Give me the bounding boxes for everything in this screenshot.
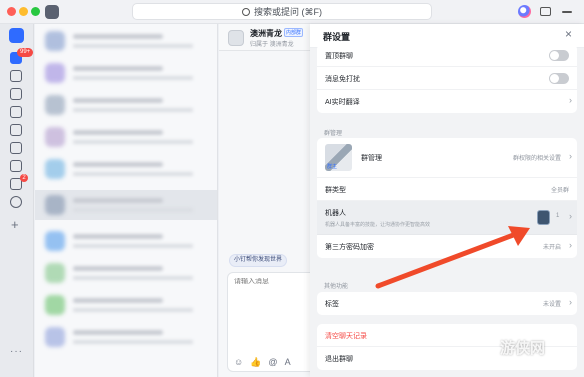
conversation-item[interactable] bbox=[35, 90, 217, 120]
conversation-item[interactable] bbox=[35, 26, 217, 56]
conversation-avatar bbox=[45, 95, 65, 115]
group-type-row[interactable]: 群类型 全员群 bbox=[317, 178, 577, 201]
chat-header: 澳洲青龙 内部群 归属于 澳洲青龙 bbox=[219, 24, 315, 51]
ai-translate-row[interactable]: AI实时翻译 › bbox=[317, 90, 577, 113]
messages-badge: 99+ bbox=[17, 48, 34, 57]
thumbs-up-icon[interactable]: 👍 bbox=[250, 357, 261, 368]
conversation-item-selected[interactable] bbox=[35, 190, 217, 220]
conversation-avatar bbox=[45, 327, 65, 347]
global-search-box[interactable]: 搜索或提问 (⌘F) bbox=[132, 3, 432, 20]
conversation-avatar bbox=[45, 231, 65, 251]
chevron-right-icon: › bbox=[569, 211, 572, 221]
group-subtitle: 归属于 澳洲青龙 bbox=[250, 42, 294, 48]
chat-options-card: 置顶群聊 消息免打扰 AI实时翻译 › bbox=[317, 44, 577, 113]
mute-label: 消息免打扰 bbox=[325, 76, 360, 83]
clear-history-label: 清空聊天记录 bbox=[325, 333, 367, 340]
pin-chat-row[interactable]: 置顶群聊 bbox=[317, 44, 577, 67]
conversation-item[interactable] bbox=[35, 154, 217, 184]
user-avatar[interactable] bbox=[9, 28, 24, 43]
arrow-shaft bbox=[375, 231, 519, 289]
left-rail: 99+ 2 + ··· bbox=[0, 24, 34, 377]
emoji-icon[interactable]: ☺ bbox=[234, 357, 243, 368]
group-type-label: 群类型 bbox=[325, 187, 346, 194]
pin-chat-label: 置顶群聊 bbox=[325, 53, 353, 60]
group-type-value: 全员群 bbox=[550, 188, 569, 194]
contacts-icon[interactable] bbox=[10, 88, 22, 100]
section-label-manage: 群管理 bbox=[324, 131, 343, 137]
group-name[interactable]: 澳洲青龙 bbox=[250, 28, 282, 39]
conversation-avatar bbox=[45, 159, 65, 179]
ai-assistant-icon[interactable] bbox=[518, 5, 531, 18]
tags-value: 未设置 bbox=[542, 302, 561, 308]
docs-icon[interactable] bbox=[10, 70, 22, 82]
assistant-pill-label: 小钉帮你发现世界 bbox=[234, 257, 283, 263]
add-icon[interactable]: + bbox=[11, 218, 19, 231]
maximize-window-button[interactable] bbox=[31, 7, 40, 16]
third-party-encryption-value: 未开启 bbox=[542, 245, 561, 251]
conversation-item[interactable] bbox=[35, 258, 217, 288]
conversation-item[interactable] bbox=[35, 290, 217, 320]
group-tag-badge: 内部群 bbox=[284, 28, 304, 37]
conversation-avatar bbox=[45, 127, 65, 147]
group-avatar[interactable] bbox=[228, 30, 244, 46]
ai-translate-label: AI实时翻译 bbox=[325, 99, 360, 106]
search-label: 搜索或提问 (⌘F) bbox=[254, 7, 322, 17]
group-manage-label: 群管理 bbox=[361, 155, 382, 162]
panel-title: 群设置 bbox=[323, 32, 351, 42]
bolt-icon[interactable] bbox=[10, 196, 22, 208]
close-icon[interactable]: × bbox=[565, 27, 572, 41]
meeting-icon[interactable] bbox=[10, 124, 22, 136]
conversation-avatar bbox=[45, 295, 65, 315]
calendar-icon[interactable] bbox=[10, 106, 22, 118]
video-icon[interactable] bbox=[10, 142, 22, 154]
mute-row[interactable]: 消息免打扰 bbox=[317, 67, 577, 90]
more-icon[interactable]: ··· bbox=[10, 346, 23, 357]
group-owner-label: 群主 bbox=[327, 164, 338, 170]
window-icon[interactable] bbox=[540, 7, 551, 16]
chevron-right-icon: › bbox=[569, 297, 572, 307]
tags-label: 标签 bbox=[325, 301, 339, 308]
conversation-avatar bbox=[45, 63, 65, 83]
chevron-right-icon: › bbox=[569, 95, 572, 105]
other-card: 标签 未设置 › bbox=[317, 292, 577, 315]
robot-count: 1 bbox=[556, 213, 560, 219]
section-label-other: 其他功能 bbox=[324, 284, 349, 290]
pin-chat-toggle[interactable] bbox=[549, 50, 569, 61]
mention-icon[interactable]: @ bbox=[268, 357, 277, 368]
tasks-badge: 2 bbox=[20, 174, 28, 182]
chevron-right-icon: › bbox=[569, 240, 572, 250]
title-bar: 搜索或提问 (⌘F) bbox=[0, 0, 584, 24]
chevron-right-icon: › bbox=[569, 151, 572, 161]
tags-row[interactable]: 标签 未设置 › bbox=[317, 292, 577, 315]
help-icon[interactable] bbox=[10, 160, 22, 172]
leave-group-label: 退出群聊 bbox=[325, 356, 353, 363]
app-logo-icon[interactable] bbox=[45, 5, 59, 19]
mute-toggle[interactable] bbox=[549, 73, 569, 84]
conversation-avatar bbox=[45, 263, 65, 283]
conversation-item[interactable] bbox=[35, 58, 217, 88]
conversation-list bbox=[35, 24, 218, 377]
group-manage-value: 群权限的相关设置 bbox=[512, 156, 561, 162]
text-format-icon[interactable]: A bbox=[285, 357, 291, 368]
assistant-pill[interactable]: 小钉帮你发现世界 bbox=[229, 254, 288, 267]
close-window-button[interactable] bbox=[7, 7, 16, 16]
conversation-avatar bbox=[45, 31, 65, 51]
group-settings-panel: 群设置 × 置顶群聊 消息免打扰 AI实时翻译 › 群管理 群主 群管理 群权限… bbox=[310, 24, 584, 377]
conversation-avatar bbox=[45, 195, 65, 215]
minimize-icon[interactable] bbox=[562, 11, 572, 13]
site-watermark: 游侠网 bbox=[500, 339, 546, 357]
group-manage-row[interactable]: 群主 群管理 群权限的相关设置 › bbox=[317, 138, 577, 178]
chat-pane: 澳洲青龙 内部群 归属于 澳洲青龙 小钉帮你发现世界 ☺ 👍 @ A bbox=[219, 24, 319, 377]
message-input-box[interactable]: ☺ 👍 @ A bbox=[227, 272, 319, 372]
minimize-window-button[interactable] bbox=[19, 7, 28, 16]
conversation-item[interactable] bbox=[35, 122, 217, 152]
third-party-encryption-label: 第三方密码加密 bbox=[325, 244, 374, 251]
message-input[interactable] bbox=[234, 278, 314, 285]
conversation-item[interactable] bbox=[35, 322, 217, 352]
input-toolbar: ☺ 👍 @ A bbox=[234, 357, 291, 368]
search-icon bbox=[242, 7, 250, 16]
conversation-item[interactable] bbox=[35, 226, 217, 256]
annotation-arrow bbox=[375, 226, 530, 289]
robot-label: 机器人 bbox=[325, 210, 346, 217]
